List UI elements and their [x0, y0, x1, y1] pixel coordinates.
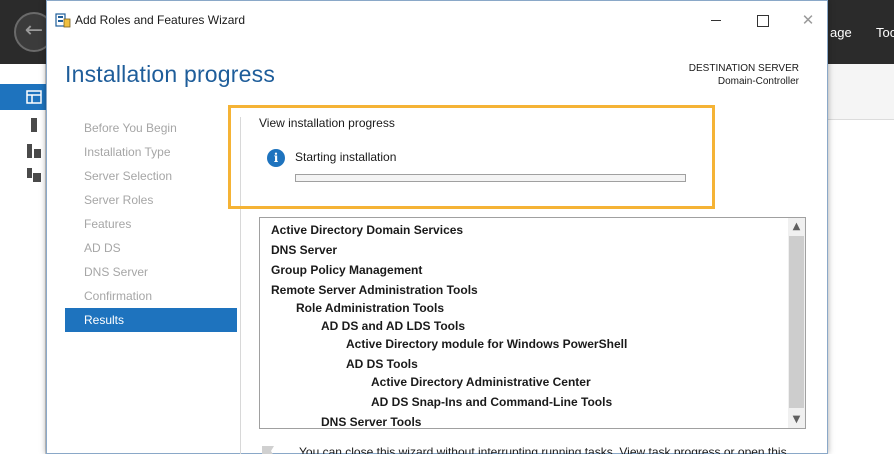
servers-icon: [27, 144, 41, 158]
destination-value: Domain-Controller: [717, 76, 799, 87]
destination-server: DESTINATION SERVER Domain-Controller: [689, 62, 799, 88]
menu-tools[interactable]: Too: [876, 25, 894, 40]
maximize-button[interactable]: [739, 7, 785, 33]
feature-list-item: AD DS Snap-Ins and Command-Line Tools: [371, 395, 613, 409]
nav-item-features: Features: [84, 217, 132, 231]
nav-item-confirmation: Confirmation: [84, 289, 153, 303]
destination-label: DESTINATION SERVER: [688, 63, 799, 74]
nav-item-results[interactable]: Results: [65, 308, 237, 332]
feature-list-item: AD DS and AD LDS Tools: [321, 319, 465, 333]
sidebar-item-local-server[interactable]: [0, 112, 46, 138]
footer-note: You can close this wizard without interr…: [299, 445, 787, 454]
feature-list-item: Remote Server Administration Tools: [271, 283, 478, 297]
nav-item-server-selection: Server Selection: [84, 169, 173, 183]
page-title: Installation progress: [65, 61, 276, 87]
wizard-nav: Before You Begin Installation Type Serve…: [65, 116, 237, 332]
server-icon: [31, 118, 37, 132]
nav-item-ad-ds: AD DS: [84, 241, 121, 255]
installation-progress-bar: [295, 174, 686, 182]
feature-list-item: Active Directory module for Windows Powe…: [346, 337, 628, 351]
sidebar-item-all-servers[interactable]: [0, 138, 46, 164]
feature-list-item: Group Policy Management: [271, 263, 423, 277]
close-button[interactable]: ✕: [785, 7, 831, 33]
feature-list-item: Active Directory Administrative Center: [371, 375, 591, 389]
title-bar[interactable]: Add Roles and Features Wizard ✕: [47, 1, 827, 39]
features-listbox[interactable]: Active Directory Domain Services DNS Serv…: [259, 217, 806, 429]
menu-manage[interactable]: age: [830, 25, 852, 40]
feature-list-item: DNS Server: [271, 243, 338, 257]
server-manager-content-header: [828, 64, 894, 120]
scrollbar-thumb[interactable]: [789, 236, 804, 408]
file-services-icon: [27, 168, 41, 182]
progress-section-label: View installation progress: [259, 116, 395, 130]
scroll-down-arrow-icon[interactable]: ▼: [788, 411, 805, 428]
feature-list-item: DNS Server Tools: [321, 415, 422, 429]
flag-icon: [262, 446, 274, 454]
server-manager-sidebar: [0, 64, 46, 454]
feature-list-item: Active Directory Domain Services: [271, 223, 464, 237]
nav-item-server-roles: Server Roles: [84, 193, 154, 207]
nav-item-dns-server: DNS Server: [84, 265, 149, 279]
feature-list-item: AD DS Tools: [346, 357, 418, 371]
sidebar-item-dashboard[interactable]: [0, 84, 46, 110]
wizard-app-icon: [55, 13, 71, 28]
progress-status-text: Starting installation: [295, 150, 397, 164]
add-roles-wizard-window: Add Roles and Features Wizard ✕ Installa…: [46, 0, 828, 454]
nav-item-before-you-begin: Before You Begin: [84, 121, 177, 135]
minimize-button[interactable]: [693, 7, 739, 33]
feature-list-item: Role Administration Tools: [296, 301, 445, 315]
nav-item-installation-type: Installation Type: [84, 145, 171, 159]
info-icon: i: [267, 149, 285, 167]
window-title: Add Roles and Features Wizard: [75, 13, 246, 27]
vertical-scrollbar[interactable]: ▲ ▼: [788, 218, 805, 428]
sidebar-item-file-services[interactable]: [0, 162, 46, 188]
scroll-up-arrow-icon[interactable]: ▲: [788, 218, 805, 235]
dashboard-icon: [26, 90, 42, 104]
